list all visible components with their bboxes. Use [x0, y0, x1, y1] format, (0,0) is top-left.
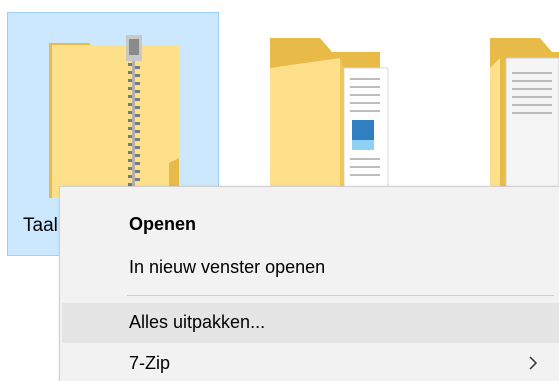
folder-icon — [490, 38, 559, 200]
menu-item-7zip[interactable]: 7-Zip — [62, 344, 559, 381]
menu-item-label: In nieuw venster openen — [129, 257, 326, 277]
menu-separator — [127, 295, 554, 296]
menu-item-label: 7-Zip — [129, 353, 171, 373]
menu-item-label: Alles uitpakken... — [129, 312, 266, 332]
file-label-zip: Taal — [23, 215, 58, 236]
desktop-view: Taal Openen In nieuw venster openen Alle… — [0, 0, 559, 381]
menu-item-extract-all[interactable]: Alles uitpakken... — [62, 303, 559, 343]
chevron-right-icon — [529, 356, 538, 370]
menu-item-open-new-window[interactable]: In nieuw venster openen — [62, 248, 559, 288]
folder-icon — [270, 38, 389, 200]
zip-folder-icon — [49, 35, 179, 198]
menu-item-openen[interactable]: Openen — [62, 205, 559, 245]
context-menu: Openen In nieuw venster openen Alles uit… — [59, 186, 559, 381]
menu-item-label: Openen — [129, 214, 197, 234]
file-item-folder-2[interactable] — [250, 12, 410, 202]
